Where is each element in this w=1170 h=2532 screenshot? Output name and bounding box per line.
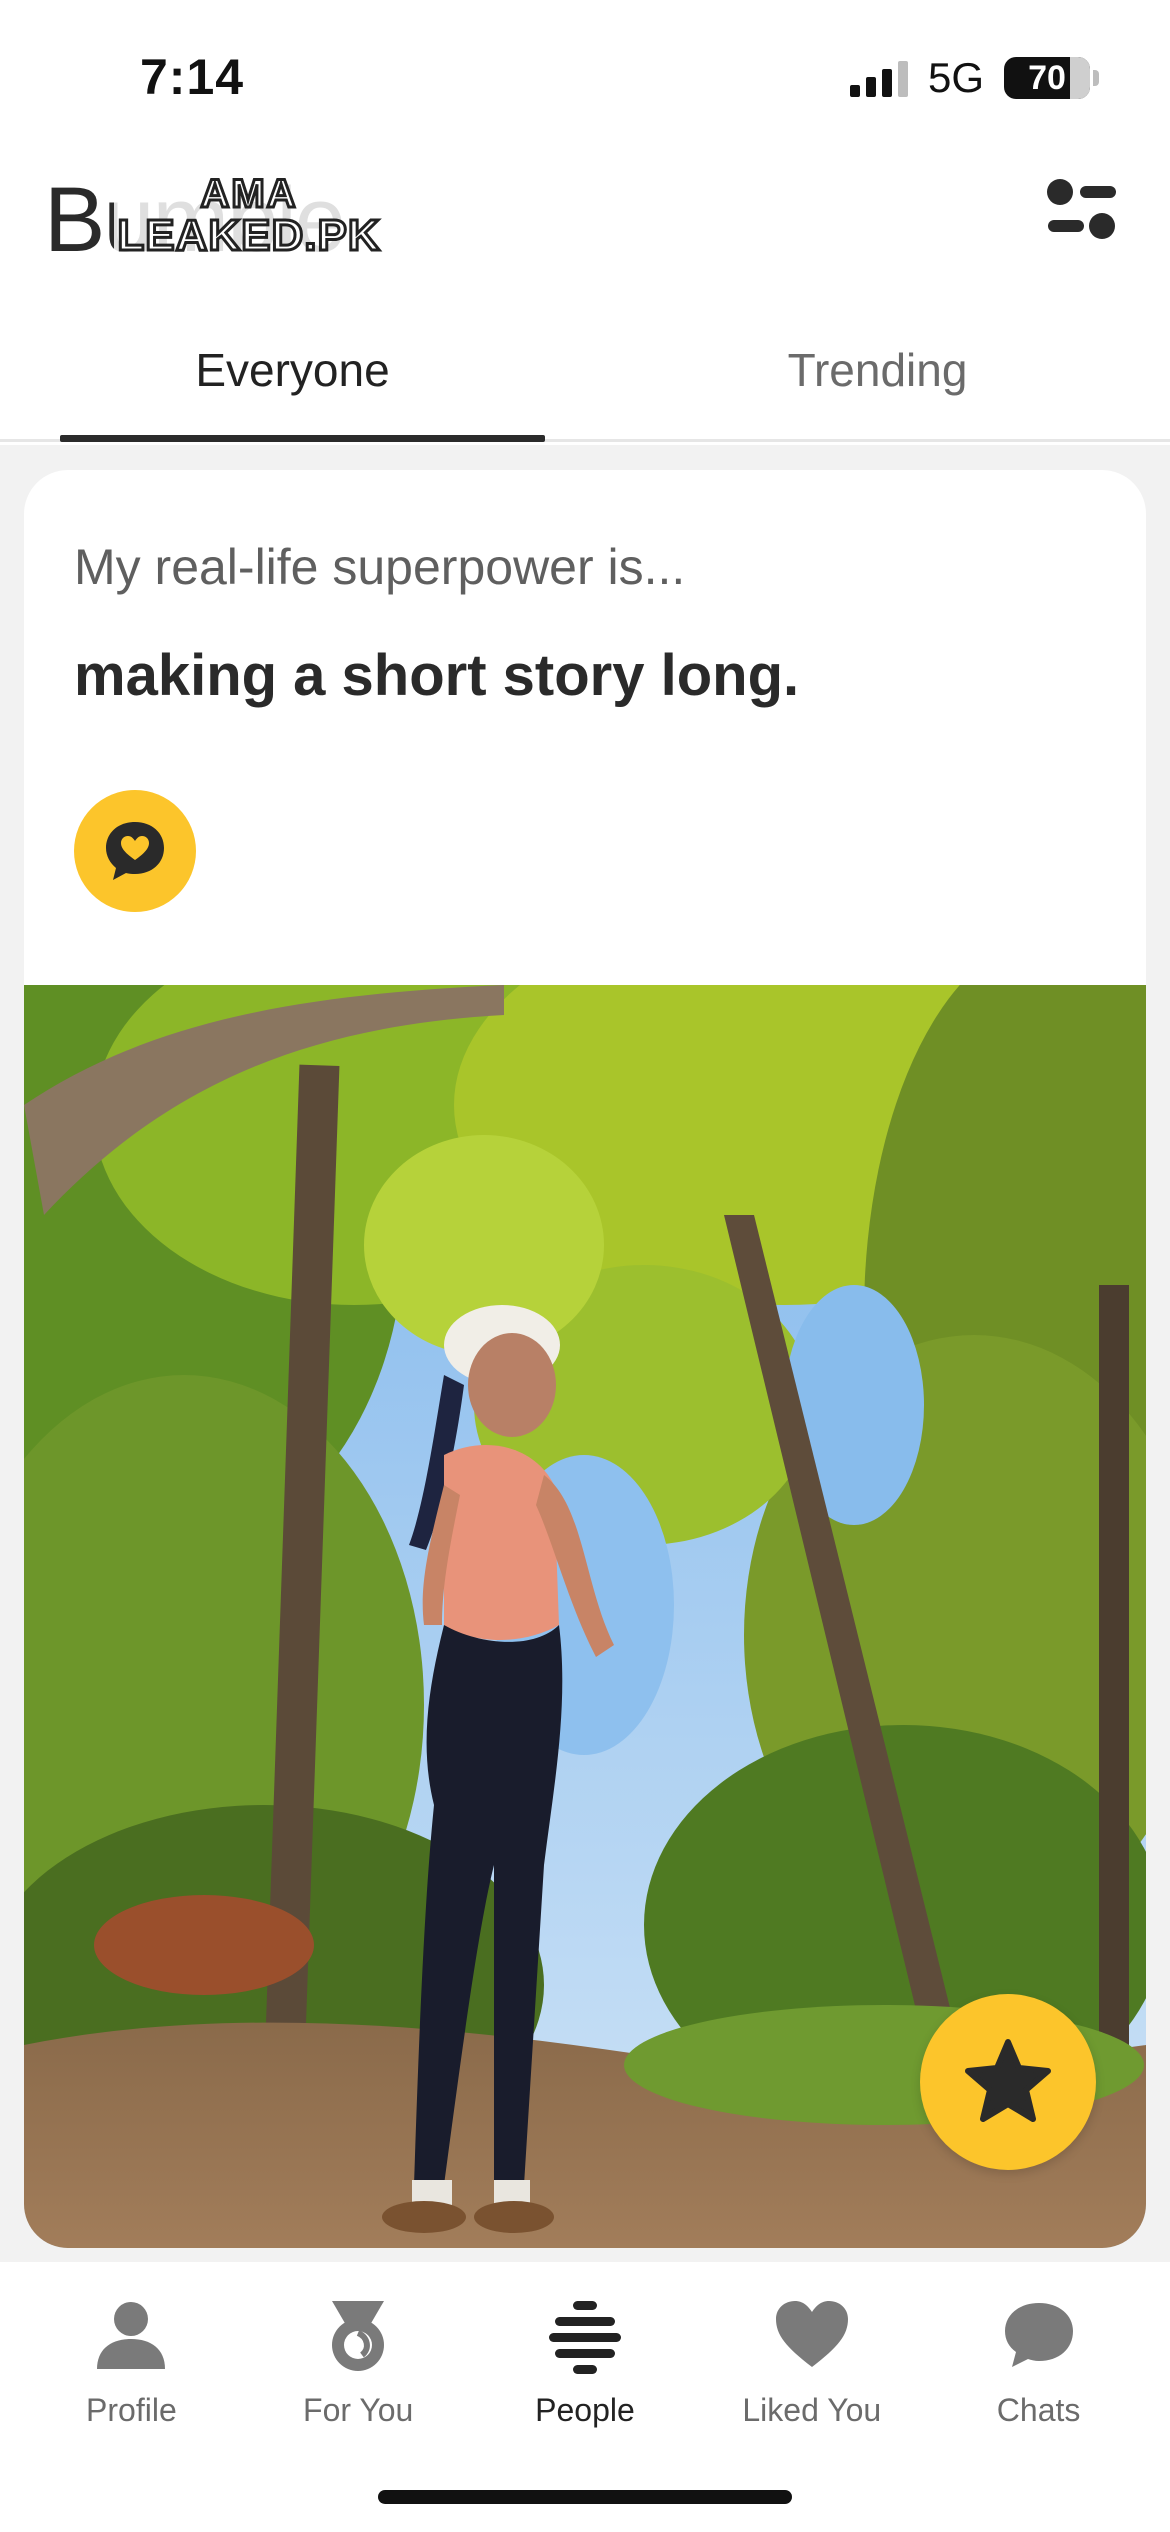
tab-everyone[interactable]: Everyone	[0, 300, 585, 442]
battery-icon: 70	[1004, 57, 1099, 99]
people-icon	[540, 2290, 630, 2380]
app-header: Bumble AMA LEAKED.PK	[0, 150, 1170, 290]
profile-card[interactable]: My real-life superpower is... making a s…	[24, 470, 1146, 2248]
heart-icon	[767, 2290, 857, 2380]
superswipe-button[interactable]	[920, 1994, 1096, 2170]
battery-level: 70	[1028, 58, 1066, 97]
nav-liked-you[interactable]: Liked You	[712, 2290, 912, 2429]
nav-label-chats: Chats	[996, 2392, 1081, 2428]
nav-profile[interactable]: Profile	[31, 2290, 231, 2429]
nav-label-people: People	[535, 2392, 635, 2428]
medal-icon	[313, 2290, 403, 2380]
status-indicators: 5G 70	[849, 54, 1099, 102]
filter-button[interactable]	[1040, 170, 1124, 254]
prompt-question: My real-life superpower is...	[74, 539, 686, 595]
nav-people[interactable]: People	[485, 2290, 685, 2429]
network-type: 5G	[927, 54, 984, 101]
tab-trending[interactable]: Trending	[585, 300, 1170, 439]
chat-icon	[994, 2290, 1084, 2380]
profile-photo[interactable]	[24, 985, 1146, 2248]
home-indicator[interactable]	[378, 2490, 792, 2504]
nav-chats[interactable]: Chats	[939, 2290, 1139, 2429]
filter-settings-icon	[1047, 179, 1116, 239]
status-time: 7:14	[140, 49, 245, 105]
star-icon	[965, 2039, 1051, 2122]
watermark-line2: LEAKED.PK	[116, 211, 381, 260]
nav-label-liked-you: Liked You	[742, 2392, 882, 2428]
heart-comment-icon	[106, 822, 164, 880]
nav-for-you[interactable]: For You	[258, 2290, 458, 2429]
watermark-line1: AMA	[199, 172, 298, 216]
profile-icon	[86, 2290, 176, 2380]
watermark-overlay: AMA LEAKED.PK	[114, 164, 384, 268]
bottom-navigation: Profile For You People Liked You Chats	[0, 2262, 1170, 2532]
signal-icon	[849, 59, 908, 97]
status-bar: 7:14 5G 70	[0, 0, 1170, 150]
nav-label-for-you: For You	[303, 2392, 414, 2428]
prompt-answer: making a short story long.	[74, 643, 800, 708]
feed-tabs: Everyone Trending	[0, 300, 1170, 442]
nav-label-profile: Profile	[86, 2392, 177, 2428]
comment-button[interactable]	[74, 790, 196, 912]
app-logo: Bumble AMA LEAKED.PK	[44, 158, 394, 271]
